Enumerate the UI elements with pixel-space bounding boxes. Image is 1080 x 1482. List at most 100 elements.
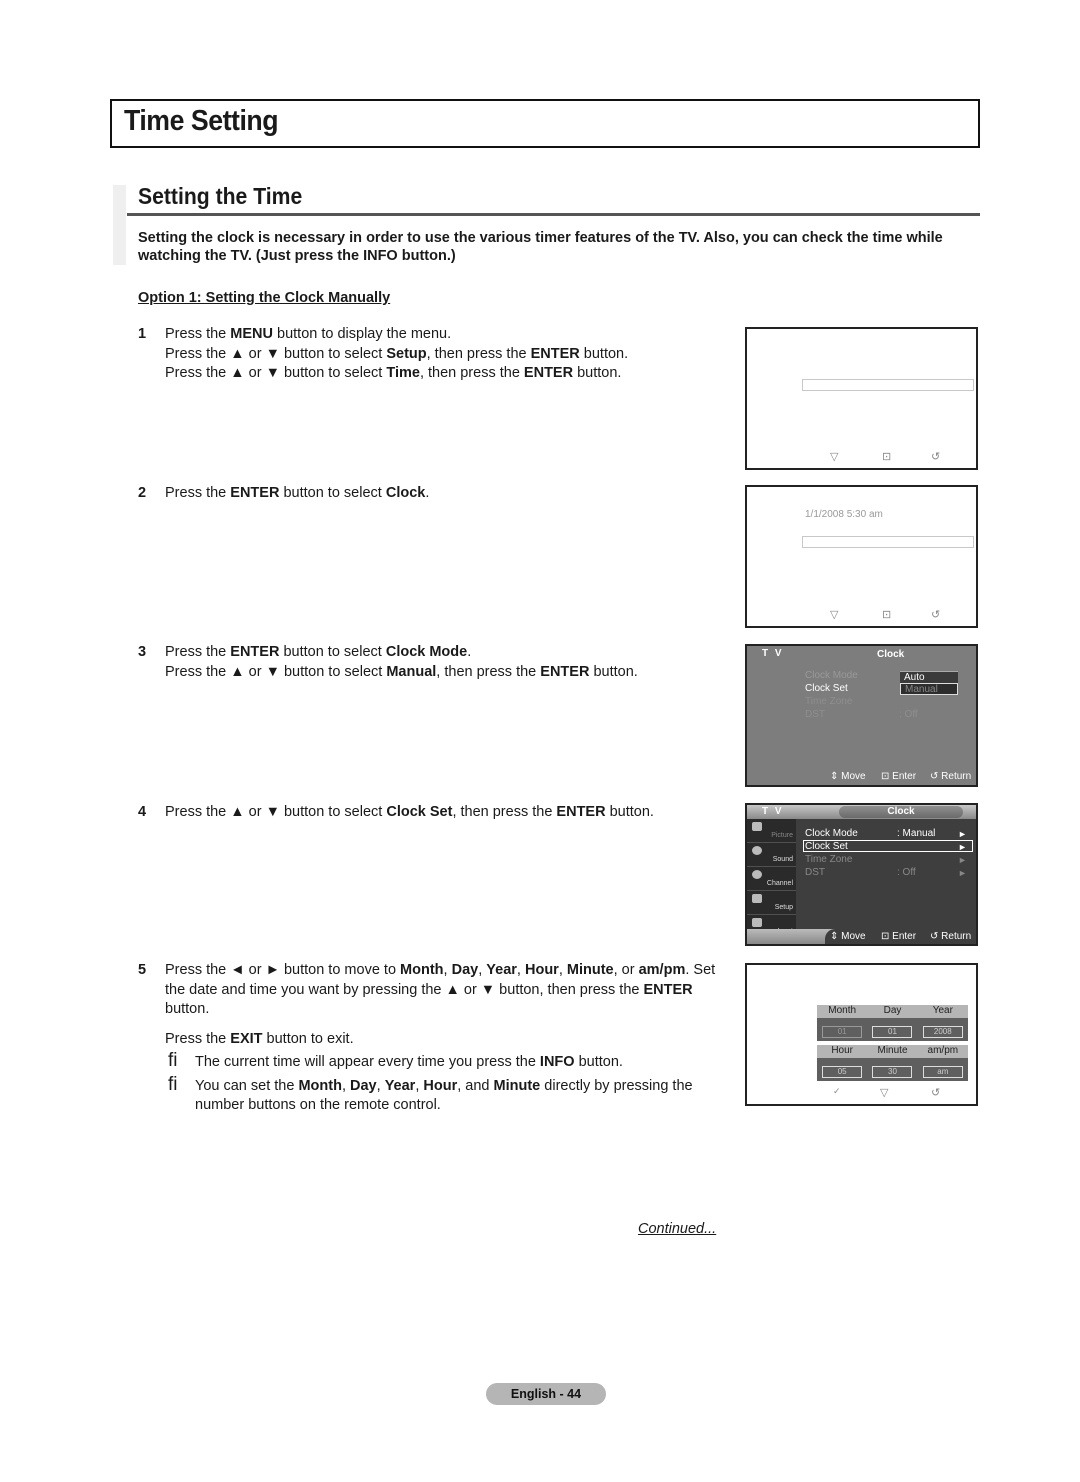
clock-mode-value: : Manual: [897, 828, 936, 839]
screen-time-menu: 1/1/2008 5:30 am ▽ ⊡ ↺: [745, 485, 978, 628]
check-icon: ✓: [833, 1086, 841, 1096]
step-number: 1: [138, 326, 147, 342]
sidebar-item-picture[interactable]: Picture: [747, 819, 796, 843]
hour-field[interactable]: 05: [822, 1065, 863, 1078]
month-field[interactable]: 01: [822, 1025, 863, 1038]
screen-setup-menu: ▽ ⊡ ↺: [745, 327, 978, 470]
input-icon: [752, 918, 762, 927]
current-date-time: 1/1/2008 5:30 am: [805, 509, 883, 520]
return-hint: ↺ Return: [930, 771, 972, 782]
menu-item-clock-mode[interactable]: Clock Mode: [805, 828, 858, 839]
move-icon: ▽: [830, 451, 839, 463]
note-2: fi You can set the Month, Day, Year, Hou…: [168, 1073, 693, 1113]
continued-label: Continued...: [638, 1221, 717, 1237]
enter-hint: ⊡ Enter: [881, 931, 917, 942]
page-title: Time Setting: [124, 105, 279, 137]
screen-footer: ✓ ▽ ↺: [747, 1086, 976, 1100]
ampm-field[interactable]: am: [922, 1065, 963, 1078]
time-values: 05 30 am: [817, 1058, 968, 1081]
menu-item-dst[interactable]: DST: [805, 709, 825, 720]
time-headers: Hour Minute am/pm: [817, 1045, 968, 1058]
note-1: fi The current time will appear every ti…: [168, 1050, 623, 1071]
page-title-box: Time Setting: [110, 99, 980, 148]
menu-item-clock-set[interactable]: Clock Set: [805, 841, 848, 852]
day-field[interactable]: 01: [872, 1025, 913, 1038]
note-icon: fi: [168, 1050, 178, 1071]
arrow-right-icon: ►: [958, 842, 967, 852]
screen-footer: ▽ ⊡ ↺: [747, 608, 976, 622]
move-hint: ⇕ Move: [830, 771, 866, 782]
enter-hint: ⊡ Enter: [881, 771, 917, 782]
option-heading: Option 1: Setting the Clock Manually: [138, 290, 391, 306]
arrow-right-icon: ►: [958, 829, 967, 839]
minute-field[interactable]: 30: [872, 1065, 913, 1078]
screen-clock-set: T V Clock Picture Sound Channel Setup In…: [745, 803, 978, 946]
step-number: 4: [138, 804, 147, 820]
section-divider: [127, 213, 980, 216]
step-number: 2: [138, 485, 147, 501]
dst-value: : Off: [899, 709, 918, 720]
date-headers: Month Day Year: [817, 1005, 968, 1018]
screen-footer: ▽ ⊡ ↺: [747, 450, 976, 464]
tv-label: T V: [762, 806, 784, 817]
sidebar-item-channel[interactable]: Channel: [747, 867, 796, 891]
page-number: English - 44: [486, 1383, 606, 1405]
step-number: 3: [138, 644, 147, 660]
time-panel: Hour Minute am/pm 05 30 am: [817, 1045, 968, 1081]
move-icon: ▽: [880, 1087, 889, 1099]
step-line: Press the ENTER button to select Clock M…: [165, 644, 472, 660]
step-2: 2 Press the ENTER button to select Clock…: [138, 484, 718, 504]
move-hint: ⇕ Move: [830, 931, 866, 942]
return-icon: ↺: [931, 609, 941, 621]
menu-item-clock-mode[interactable]: Clock Mode: [805, 670, 858, 681]
sound-icon: [752, 846, 762, 855]
intro-paragraph: Setting the clock is necessary in order …: [138, 230, 943, 264]
date-panel: Month Day Year 01 01 2008: [817, 1005, 968, 1041]
arrow-right-icon: ►: [958, 855, 967, 865]
date-values: 01 01 2008: [817, 1018, 968, 1041]
screen-footer: ⇕ Move ⊡ Enter ↺ Return: [747, 929, 976, 944]
menu-header: Clock: [877, 649, 905, 660]
dst-value: : Off: [897, 867, 916, 878]
highlight-bar: [802, 536, 974, 548]
step-1: 1 Press the MENU button to display the m…: [138, 325, 718, 384]
return-icon: ↺: [931, 451, 941, 463]
screen-clock-mode: T V Clock Clock Mode Clock Set Time Zone…: [745, 644, 978, 787]
menu-header: Clock: [839, 806, 963, 818]
menu-item-dst[interactable]: DST: [805, 867, 825, 878]
clock-mode-dropdown[interactable]: Auto Manual: [900, 671, 958, 695]
tv-sidebar: Picture Sound Channel Setup Input: [747, 819, 796, 935]
return-icon: ↺: [931, 1087, 941, 1099]
channel-icon: [752, 870, 762, 879]
sidebar-item-setup[interactable]: Setup: [747, 891, 796, 915]
menu-item-clock-set[interactable]: Clock Set: [805, 683, 848, 694]
exit-line: Press the EXIT button to exit.: [165, 1030, 354, 1047]
arrow-right-icon: ►: [958, 868, 967, 878]
step-line: Press the ENTER button to select Clock.: [165, 485, 430, 501]
step-line: Press the ▲ or ▼ button to select Time, …: [165, 365, 622, 381]
year-field[interactable]: 2008: [922, 1025, 963, 1038]
step-line: Press the ◄ or ► button to move to Month…: [165, 962, 716, 1017]
highlight-bar: [802, 379, 974, 391]
enter-icon: ⊡: [882, 609, 892, 621]
section-title: Setting the Time: [138, 183, 303, 209]
screen-topbar: T V Clock: [747, 805, 976, 819]
menu-item-time-zone[interactable]: Time Zone: [805, 854, 852, 865]
step-line: Press the ▲ or ▼ button to select Manual…: [165, 663, 638, 680]
move-icon: ▽: [830, 609, 839, 621]
step-line: Press the ▲ or ▼ button to select Clock …: [165, 804, 654, 820]
screen-date-time-entry: Month Day Year 01 01 2008 Hour Minute am…: [745, 963, 978, 1106]
picture-icon: [752, 822, 762, 831]
tv-label: T V: [762, 648, 784, 659]
step-5: 5 Press the ◄ or ► button to move to Mon…: [138, 961, 718, 1116]
enter-icon: ⊡: [882, 451, 892, 463]
step-number: 5: [138, 962, 147, 978]
sidebar-item-sound[interactable]: Sound: [747, 843, 796, 867]
step-4: 4 Press the ▲ or ▼ button to select Cloc…: [138, 803, 738, 823]
note-icon: fi: [168, 1073, 178, 1095]
step-line: Press the ▲ or ▼ button to select Setup,…: [165, 345, 629, 362]
option-manual[interactable]: Manual: [900, 683, 958, 695]
option-auto[interactable]: Auto: [900, 671, 958, 683]
step-3: 3 Press the ENTER button to select Clock…: [138, 643, 718, 682]
menu-item-time-zone[interactable]: Time Zone: [805, 696, 852, 707]
